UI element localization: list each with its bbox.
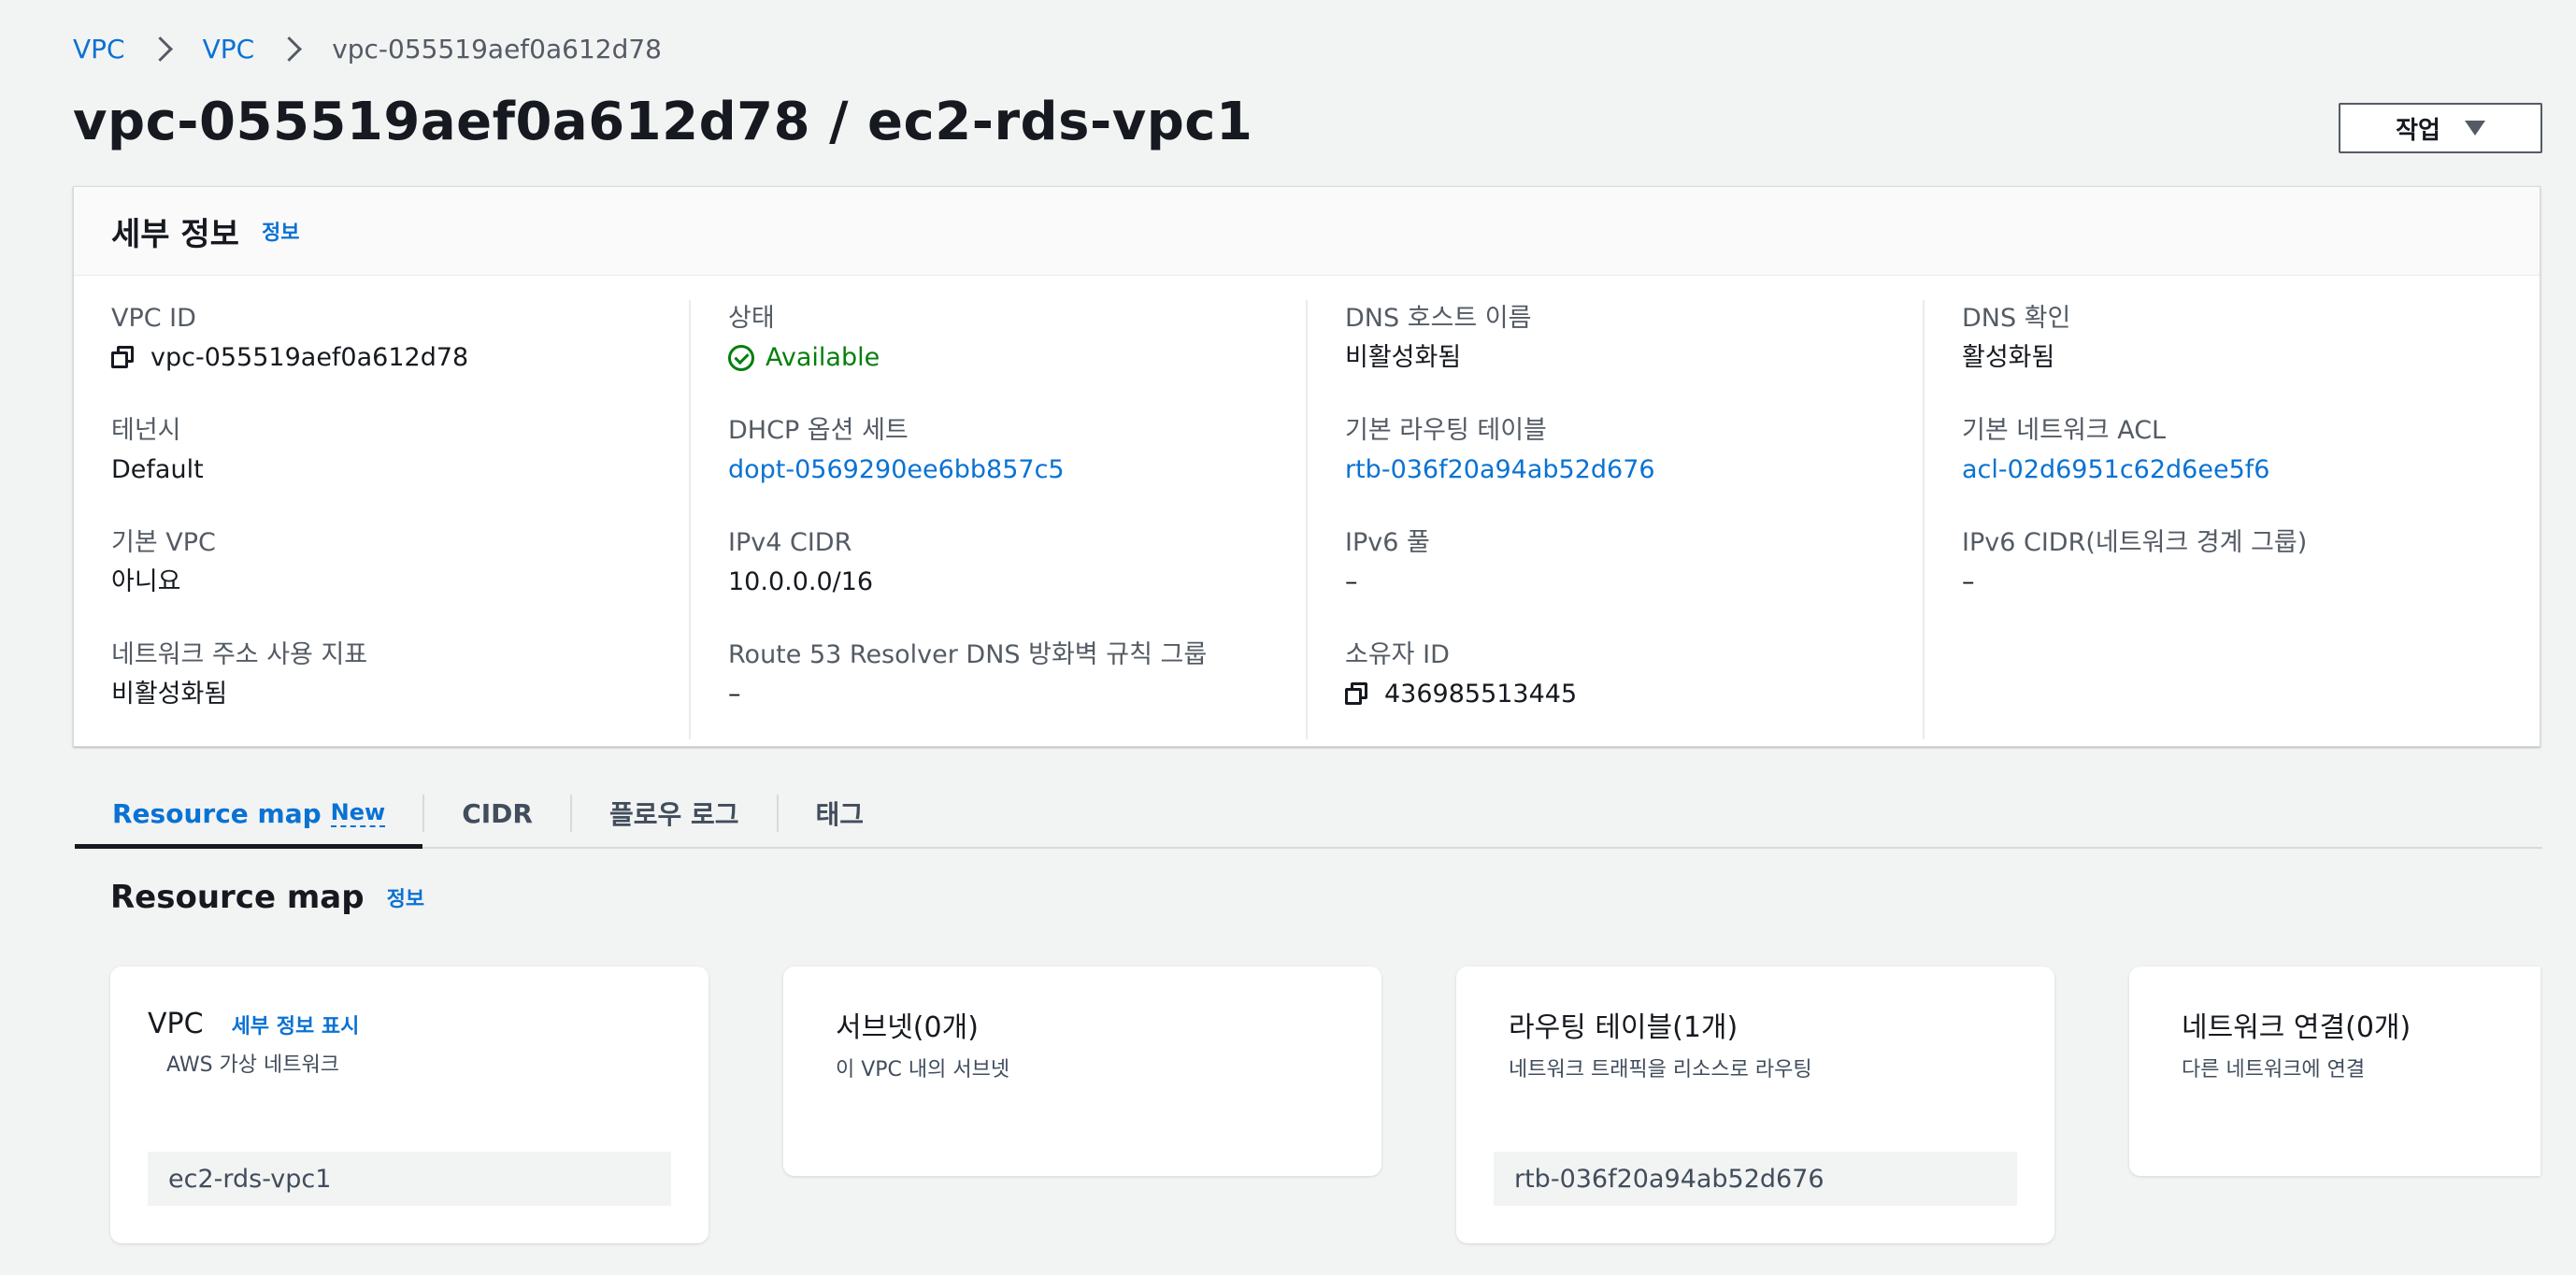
details-info-link[interactable]: 정보	[262, 216, 299, 246]
tab-bar: Resource map New CIDR 플로우 로그 태그	[75, 780, 2542, 849]
chevron-right-icon	[147, 36, 173, 62]
ipv4-cidr-value: 10.0.0.0/16	[728, 567, 874, 596]
breadcrumb-link-vpc-service[interactable]: VPC	[73, 34, 125, 64]
field-label: DHCP 옵션 세트	[728, 416, 909, 445]
vpc-card-title: VPC	[148, 1008, 204, 1040]
field-route53: Route 53 Resolver DNS 방화벽 규칙 그룹 –	[728, 637, 1306, 749]
field-network-usage: 네트워크 주소 사용 지표 비활성화됨	[111, 637, 689, 749]
owner-id-value: 436985513445	[1384, 680, 1578, 709]
field-ipv6-pool: IPv6 풀 –	[1345, 524, 1923, 637]
chevron-right-icon	[277, 36, 303, 62]
subnets-card-title: 서브넷(0개)	[836, 1011, 979, 1044]
tab-tags[interactable]: 태그	[779, 780, 902, 847]
network-connections-card-subtitle: 다른 네트워크에 연결	[2182, 1058, 2366, 1082]
ipv6-pool-value: –	[1345, 567, 1358, 596]
resource-map-title: Resource map	[110, 879, 365, 916]
field-label: IPv4 CIDR	[728, 528, 852, 557]
network-connections-card-title: 네트워크 연결(0개)	[2182, 1011, 2411, 1044]
details-grid: VPC ID vpc-055519aef0a612d78 테넌시 Default…	[74, 276, 2540, 739]
field-label: 기본 VPC	[111, 528, 216, 557]
breadcrumb-link-vpcs[interactable]: VPC	[203, 34, 255, 64]
field-state: 상태 Available	[728, 300, 1306, 412]
details-column: 상태 Available DHCP 옵션 세트 dopt-0569290ee6b…	[689, 300, 1306, 739]
details-title: 세부 정보	[111, 215, 239, 253]
field-owner-id: 소유자 ID 436985513445	[1345, 637, 1923, 749]
field-label: 네트워크 주소 사용 지표	[111, 640, 368, 669]
subnets-card-subtitle: 이 VPC 내의 서브넷	[836, 1058, 1010, 1082]
field-dns-resolution: DNS 확인 활성화됨	[1962, 300, 2540, 412]
field-label: 테넌시	[111, 416, 181, 445]
details-column: DNS 확인 활성화됨 기본 네트워크 ACL acl-02d6951c62d6…	[1923, 300, 2540, 739]
breadcrumb-current: vpc-055519aef0a612d78	[332, 33, 662, 64]
vpc-id-value: vpc-055519aef0a612d78	[150, 343, 469, 372]
copy-icon[interactable]	[1345, 682, 1369, 707]
main-network-acl-link[interactable]: acl-02d6951c62d6ee5f6	[1962, 450, 2540, 491]
vpc-card-subtitle: AWS 가상 네트워크	[166, 1053, 339, 1077]
vpc-card-item[interactable]: ec2-rds-vpc1	[148, 1152, 671, 1206]
page-title: vpc-055519aef0a612d78 / ec2-rds-vpc1	[73, 92, 1253, 152]
field-label: 기본 라우팅 테이블	[1345, 416, 1547, 445]
field-label: 상태	[728, 304, 775, 333]
dns-resolution-value: 활성화됨	[1962, 343, 2055, 372]
tab-resource-map[interactable]: Resource map New	[75, 780, 423, 849]
dns-hostnames-value: 비활성화됨	[1345, 343, 1462, 372]
breadcrumb: VPC VPC vpc-055519aef0a612d78	[73, 28, 662, 69]
state-value: Available	[766, 343, 880, 372]
field-main-network-acl: 기본 네트워크 ACL acl-02d6951c62d6ee5f6	[1962, 412, 2540, 524]
field-dhcp: DHCP 옵션 세트 dopt-0569290ee6bb857c5	[728, 412, 1306, 524]
tab-cidr[interactable]: CIDR	[424, 780, 570, 847]
field-label: IPv6 풀	[1345, 528, 1430, 557]
field-label: IPv6 CIDR(네트워크 경계 그룹)	[1962, 528, 2308, 557]
ipv6-cidr-value: –	[1962, 567, 1975, 596]
field-vpc-id: VPC ID vpc-055519aef0a612d78	[111, 300, 689, 412]
route-tables-card-subtitle: 네트워크 트래픽을 리소스로 라우팅	[1509, 1058, 1812, 1082]
copy-icon[interactable]	[111, 346, 136, 370]
field-label: 기본 네트워크 ACL	[1962, 416, 2167, 445]
new-badge: New	[330, 799, 386, 827]
route53-value: –	[728, 680, 741, 709]
route-tables-card: 라우팅 테이블(1개) 네트워크 트래픽을 리소스로 라우팅 rtb-036f2…	[1456, 967, 2054, 1243]
actions-button[interactable]: 작업	[2339, 103, 2542, 153]
field-dns-hostnames: DNS 호스트 이름 비활성화됨	[1345, 300, 1923, 412]
details-column: DNS 호스트 이름 비활성화됨 기본 라우팅 테이블 rtb-036f20a9…	[1306, 300, 1923, 739]
field-label: 소유자 ID	[1345, 640, 1450, 669]
dhcp-options-link[interactable]: dopt-0569290ee6bb857c5	[728, 450, 1306, 491]
field-ipv4-cidr: IPv4 CIDR 10.0.0.0/16	[728, 524, 1306, 637]
tab-label: Resource map	[112, 797, 322, 829]
main-route-table-link[interactable]: rtb-036f20a94ab52d676	[1345, 450, 1923, 491]
tab-label: 플로우 로그	[608, 799, 739, 830]
field-default-vpc: 기본 VPC 아니요	[111, 524, 689, 637]
vpc-show-details-link[interactable]: 세부 정보 표시	[232, 1010, 360, 1039]
resource-map-header: Resource map 정보	[110, 879, 424, 916]
tab-flow-logs[interactable]: 플로우 로그	[572, 780, 777, 847]
network-usage-value: 비활성화됨	[111, 680, 228, 709]
route-table-item[interactable]: rtb-036f20a94ab52d676	[1494, 1152, 2017, 1206]
field-label: VPC ID	[111, 304, 196, 333]
details-panel: 세부 정보 정보 VPC ID vpc-055519aef0a612d78 테넌…	[73, 186, 2540, 747]
status-check-icon	[728, 345, 754, 371]
subnets-card: 서브넷(0개) 이 VPC 내의 서브넷	[783, 967, 1381, 1176]
field-tenancy: 테넌시 Default	[111, 412, 689, 524]
tab-label: CIDR	[462, 797, 533, 829]
field-main-route-table: 기본 라우팅 테이블 rtb-036f20a94ab52d676	[1345, 412, 1923, 524]
vpc-card-header: VPC 세부 정보 표시	[148, 1008, 671, 1040]
details-header: 세부 정보 정보	[74, 187, 2540, 276]
field-label: DNS 확인	[1962, 304, 2071, 333]
caret-down-icon	[2464, 121, 2485, 136]
field-value: Available	[728, 337, 1306, 379]
field-value: 436985513445	[1345, 674, 1923, 715]
default-vpc-value: 아니요	[111, 567, 181, 596]
field-ipv6-cidr: IPv6 CIDR(네트워크 경계 그룹) –	[1962, 524, 2540, 637]
network-connections-card: 네트워크 연결(0개) 다른 네트워크에 연결	[2129, 967, 2540, 1176]
route-tables-card-title: 라우팅 테이블(1개)	[1509, 1011, 1739, 1044]
resource-map-info-link[interactable]: 정보	[387, 882, 424, 912]
field-label: DNS 호스트 이름	[1345, 304, 1532, 333]
details-column: VPC ID vpc-055519aef0a612d78 테넌시 Default…	[74, 300, 689, 739]
tab-label: 태그	[815, 799, 865, 830]
vpc-card: VPC 세부 정보 표시 AWS 가상 네트워크 ec2-rds-vpc1	[110, 967, 708, 1243]
tenancy-value: Default	[111, 455, 204, 484]
actions-button-label: 작업	[2396, 116, 2440, 145]
field-value: vpc-055519aef0a612d78	[111, 337, 689, 379]
field-label: Route 53 Resolver DNS 방화벽 규칙 그룹	[728, 640, 1208, 669]
